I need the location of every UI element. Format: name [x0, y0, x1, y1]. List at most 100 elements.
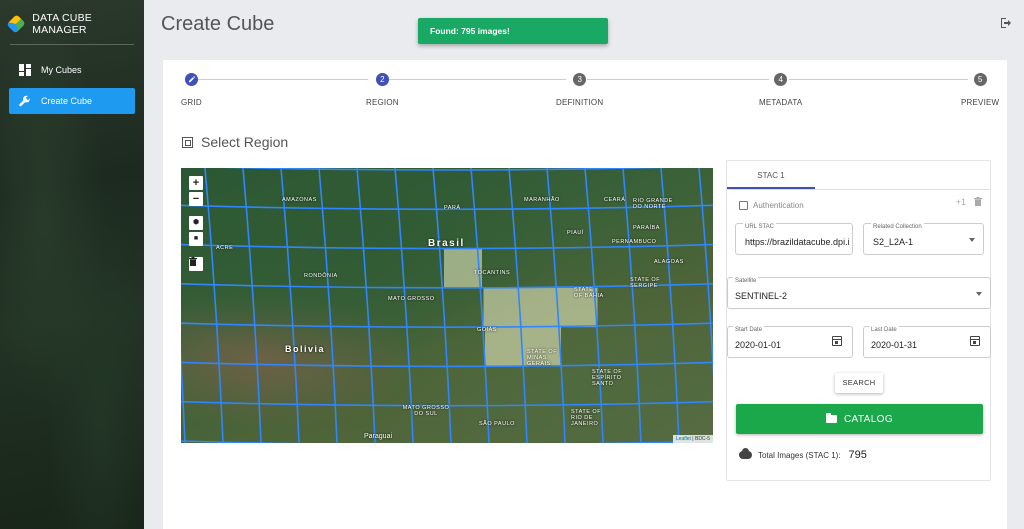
- zoom-in-button[interactable]: +: [189, 176, 203, 190]
- sidebar-divider: [10, 44, 134, 45]
- step-label: DEFINITION: [556, 98, 604, 107]
- field-label: Related Collection: [871, 223, 924, 231]
- map-label: PERNAMBUCO: [612, 239, 657, 245]
- step-label: GRID: [181, 98, 202, 107]
- map-attribution: Leaflet | BDC-5: [672, 435, 713, 443]
- region-select-icon: [182, 136, 193, 148]
- map-label: STATE OF MINAS GERAIS: [527, 349, 558, 367]
- attribution-text: | BDC-5: [690, 436, 710, 442]
- map-label: STATE OF BAHIA: [574, 287, 604, 299]
- map-label: STATE OF RIO DE JANEIRO: [571, 409, 602, 427]
- map-label: MARANHÃO: [524, 197, 560, 203]
- edit-icon: [184, 73, 198, 86]
- map-label: PARAÍBA: [633, 225, 660, 231]
- satellite-value: SENTINEL-2: [735, 291, 788, 301]
- chevron-down-icon: [976, 292, 982, 296]
- grid-line-horizontal: [224, 168, 670, 171]
- selected-tile: [444, 248, 482, 288]
- map-label: SÃO PAULO: [479, 421, 515, 427]
- step-label: REGION: [366, 98, 399, 107]
- satellite-select[interactable]: Satellite SENTINEL-2: [727, 277, 991, 309]
- step-label: METADATA: [759, 98, 803, 107]
- draw-polygon-icon[interactable]: ⬢: [189, 216, 203, 230]
- map-label: STATE OF ESPÍRITO SANTO: [592, 369, 623, 387]
- stac-tools: +1: [956, 197, 982, 208]
- brand-label: DATA CUBE MANAGER: [32, 12, 92, 36]
- section-title: Select Region: [182, 134, 288, 150]
- search-button[interactable]: SEARCH: [835, 373, 883, 393]
- start-date-field[interactable]: Start Date 2020-01-01: [727, 326, 853, 358]
- step-metadata[interactable]: 4 METADATA: [759, 73, 802, 107]
- map-label: CEARÁ: [604, 197, 626, 203]
- total-images-label: Total Images (STAC 1):: [758, 450, 841, 460]
- sidebar-item-create-cube[interactable]: Create Cube: [9, 88, 135, 114]
- total-images: Total Images (STAC 1): 795: [739, 448, 867, 461]
- region-map[interactable]: AMAZONAS PARÁ MARANHÃO CEARÁ RIO GRANDE …: [181, 168, 713, 443]
- step-number: 3: [573, 73, 587, 86]
- map-label: STATE OF SERGIPE: [630, 277, 661, 289]
- sidebar-item-label: Create Cube: [41, 96, 93, 106]
- catalog-label: CATALOG: [843, 413, 894, 425]
- step-connector: [789, 79, 968, 80]
- step-definition[interactable]: 3 DEFINITION: [556, 73, 603, 107]
- step-connector: [587, 79, 769, 80]
- calendar-icon[interactable]: [970, 336, 980, 346]
- stepper: GRID 2 REGION 3 DEFINITION 4 METADATA 5 …: [163, 60, 1007, 120]
- step-number: 5: [973, 73, 987, 86]
- grid-line-vertical: [242, 168, 262, 443]
- zoom-out-button[interactable]: −: [189, 192, 203, 206]
- grid-line-horizontal: [181, 322, 713, 328]
- field-label: Last Date: [869, 326, 899, 334]
- selected-tile: [521, 287, 560, 328]
- logout-icon[interactable]: [1000, 17, 1012, 32]
- map-label: TOCANTINS: [474, 270, 511, 276]
- trash-icon[interactable]: [974, 197, 982, 208]
- authentication-checkbox[interactable]: Authentication: [739, 201, 804, 210]
- end-date-field[interactable]: Last Date 2020-01-31: [863, 326, 991, 358]
- chevron-down-icon: [969, 238, 975, 242]
- map-label: MATO GROSSO DO SUL: [402, 405, 450, 417]
- map-label: ACRE: [216, 245, 234, 251]
- add-stac-icon[interactable]: +1: [956, 197, 966, 208]
- url-stac-field[interactable]: URL STAC https://brazildatacube.dpi.inpe…: [735, 223, 853, 255]
- draw-rectangle-icon[interactable]: ■: [189, 232, 203, 246]
- map-label: RONDÔNIA: [304, 273, 338, 279]
- related-collection-value: S2_L2A-1: [873, 237, 914, 247]
- end-date-value[interactable]: 2020-01-31: [871, 340, 917, 350]
- field-label: URL STAC: [743, 223, 777, 231]
- leaflet-link[interactable]: Leaflet: [676, 436, 691, 442]
- start-date-value[interactable]: 2020-01-01: [735, 340, 781, 350]
- step-preview[interactable]: 5 PREVIEW: [961, 73, 999, 107]
- map-label: ALAGOAS: [654, 259, 684, 265]
- selected-tile: [485, 327, 523, 367]
- calendar-icon[interactable]: [832, 336, 842, 346]
- grid-line-vertical: [280, 168, 300, 443]
- folder-icon: [825, 413, 837, 423]
- delete-layer-icon[interactable]: [189, 257, 203, 271]
- brand[interactable]: DATA CUBE MANAGER: [6, 10, 138, 38]
- tabs-divider: [727, 189, 990, 190]
- wrench-icon: [19, 95, 31, 107]
- sidebar-item-my-cubes[interactable]: My Cubes: [9, 57, 135, 83]
- related-collection-select[interactable]: Related Collection S2_L2A-1: [863, 223, 984, 255]
- step-connector: [389, 79, 566, 80]
- map-label: RIO GRANDE DO NORTE: [633, 198, 673, 210]
- sidebar: DATA CUBE MANAGER My Cubes Create Cube: [0, 0, 144, 529]
- map-label: PARÁ: [444, 205, 461, 211]
- stac-panel: STAC 1 Authentication +1 URL STAC https:…: [726, 160, 991, 481]
- cube-logo-icon: [6, 14, 26, 34]
- authentication-label: Authentication: [753, 201, 804, 210]
- step-grid[interactable]: GRID: [181, 73, 202, 107]
- checkbox-icon[interactable]: [739, 201, 748, 210]
- tab-stac-1[interactable]: STAC 1: [727, 161, 815, 189]
- step-number: 4: [774, 73, 788, 86]
- selected-tile: [483, 287, 522, 328]
- url-stac-value[interactable]: https://brazildatacube.dpi.inpe.br/stac/: [745, 237, 850, 247]
- map-label: GOIÁS: [477, 327, 497, 333]
- step-number: 2: [375, 73, 389, 86]
- map-label: Brasil: [428, 238, 465, 249]
- catalog-button[interactable]: CATALOG: [736, 404, 983, 434]
- page-title: Create Cube: [161, 13, 275, 35]
- dashboard-icon: [19, 64, 31, 76]
- step-region[interactable]: 2 REGION: [366, 73, 399, 107]
